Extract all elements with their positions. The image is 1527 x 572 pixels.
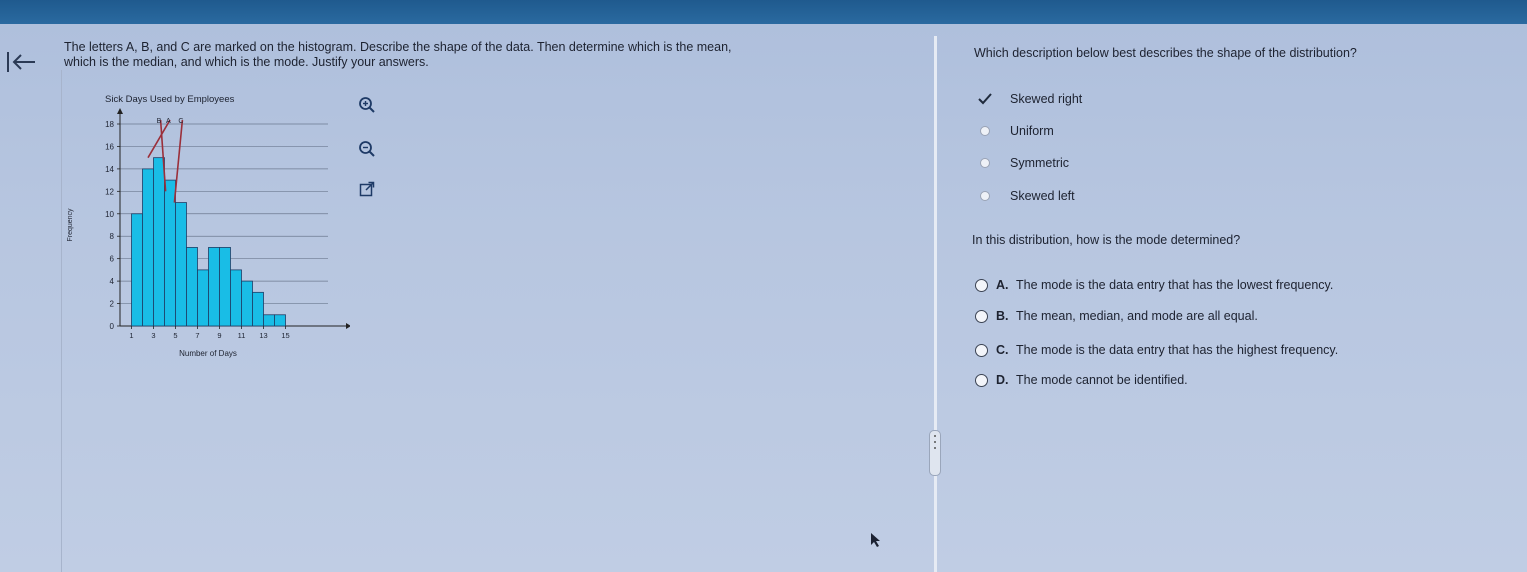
mouse-cursor-icon (871, 533, 880, 547)
y-axis-label: Frequency (67, 208, 74, 242)
option-label: Skewed right (1010, 92, 1083, 106)
top-header-bar (0, 0, 1527, 24)
mode-option-b[interactable]: B. The mean, median, and mode are all eq… (975, 308, 1258, 324)
y-tick-label: 2 (110, 300, 115, 309)
zoom-out-icon[interactable] (358, 140, 376, 158)
option-uniform[interactable]: Uniform (980, 123, 1054, 139)
x-tick-label: 5 (173, 331, 177, 340)
y-tick-label: 0 (110, 322, 115, 331)
radio-icon[interactable] (975, 278, 988, 292)
option-text: The mode is the data entry that has the … (1016, 278, 1334, 292)
radio-icon[interactable] (975, 309, 988, 323)
option-symmetric[interactable]: Symmetric (980, 155, 1069, 171)
marker-line-c (173, 119, 184, 203)
marker-label-c: C (178, 118, 183, 125)
marker-line-a (147, 119, 171, 159)
option-label: Skewed left (1010, 189, 1075, 203)
zoom-in-icon[interactable] (358, 96, 376, 114)
y-tick-label: 16 (105, 142, 114, 151)
option-letter: D. (996, 373, 1009, 387)
mode-option-c[interactable]: C. The mode is the data entry that has t… (975, 342, 1338, 358)
option-letter: C. (996, 343, 1009, 357)
x-tick-label: 11 (238, 331, 246, 340)
problem-line-1: The letters A, B, and C are marked on th… (64, 40, 732, 54)
histogram-bar (131, 213, 143, 327)
radio-icon[interactable] (980, 158, 990, 168)
option-letter: A. (996, 278, 1009, 292)
problem-line-2: which is the median, and which is the mo… (64, 55, 429, 69)
y-tick-label: 4 (110, 277, 115, 286)
x-tick-label: 7 (195, 331, 199, 340)
y-tick-label: 14 (105, 165, 114, 174)
mode-question-prompt: In this distribution, how is the mode de… (972, 233, 1241, 247)
x-tick-label: 9 (217, 331, 221, 340)
x-axis-label: Number of Days (179, 349, 237, 358)
histogram-bar (197, 269, 209, 327)
x-tick-label: 13 (259, 331, 267, 340)
y-tick-label: 10 (105, 210, 114, 219)
y-tick-label: 6 (110, 255, 115, 264)
chart-title: Sick Days Used by Employees (105, 94, 235, 105)
radio-icon[interactable] (980, 191, 990, 201)
radio-icon[interactable] (975, 373, 988, 387)
popout-icon[interactable] (358, 180, 376, 198)
histogram-bar (142, 168, 154, 327)
x-axis-arrow (346, 323, 350, 329)
x-tick-label: 15 (281, 331, 289, 340)
histogram-bar (153, 157, 165, 327)
x-tick-label: 3 (151, 331, 155, 340)
back-arrow-icon[interactable] (4, 48, 38, 76)
histogram-bar (230, 269, 242, 327)
x-tick-label: 1 (129, 331, 133, 340)
option-text: The mode is the data entry that has the … (1016, 343, 1339, 357)
histogram-bar (219, 247, 231, 327)
option-letter: B. (996, 309, 1009, 323)
option-skewed-right[interactable]: Skewed right (978, 91, 1083, 107)
radio-icon[interactable] (975, 343, 988, 357)
option-text: The mean, median, and mode are all equal… (1016, 309, 1258, 323)
marker-label-a: A (166, 118, 171, 125)
y-axis-arrow (117, 108, 123, 114)
divider-drag-handle[interactable] (929, 430, 941, 476)
option-label: Uniform (1010, 124, 1054, 138)
y-tick-label: 8 (110, 232, 115, 241)
option-text: The mode cannot be identified. (1016, 373, 1188, 387)
histogram-bar (274, 314, 286, 327)
histogram-bar (175, 202, 187, 327)
radio-icon[interactable] (980, 126, 990, 136)
mode-option-d[interactable]: D. The mode cannot be identified. (975, 372, 1188, 388)
histogram-bar (241, 280, 253, 327)
marker-label-b: B (157, 118, 162, 125)
shape-question-prompt: Which description below best describes t… (974, 46, 1357, 60)
mode-option-a[interactable]: A. The mode is the data entry that has t… (975, 277, 1333, 293)
panel-divider (934, 36, 937, 572)
histogram-bar (208, 247, 220, 327)
histogram-bar (263, 314, 275, 327)
checkmark-icon (978, 93, 992, 105)
problem-statement: The letters A, B, and C are marked on th… (64, 40, 914, 70)
histogram-bar (252, 291, 264, 327)
histogram-bar (186, 247, 198, 327)
histogram-chart: Sick Days Used by Employees 0 2 4 6 8 10 12 14 16… (67, 94, 350, 358)
option-label: Symmetric (1010, 156, 1070, 170)
option-skewed-left[interactable]: Skewed left (980, 188, 1075, 204)
y-tick-label: 18 (105, 120, 114, 129)
y-tick-label: 12 (105, 187, 114, 196)
